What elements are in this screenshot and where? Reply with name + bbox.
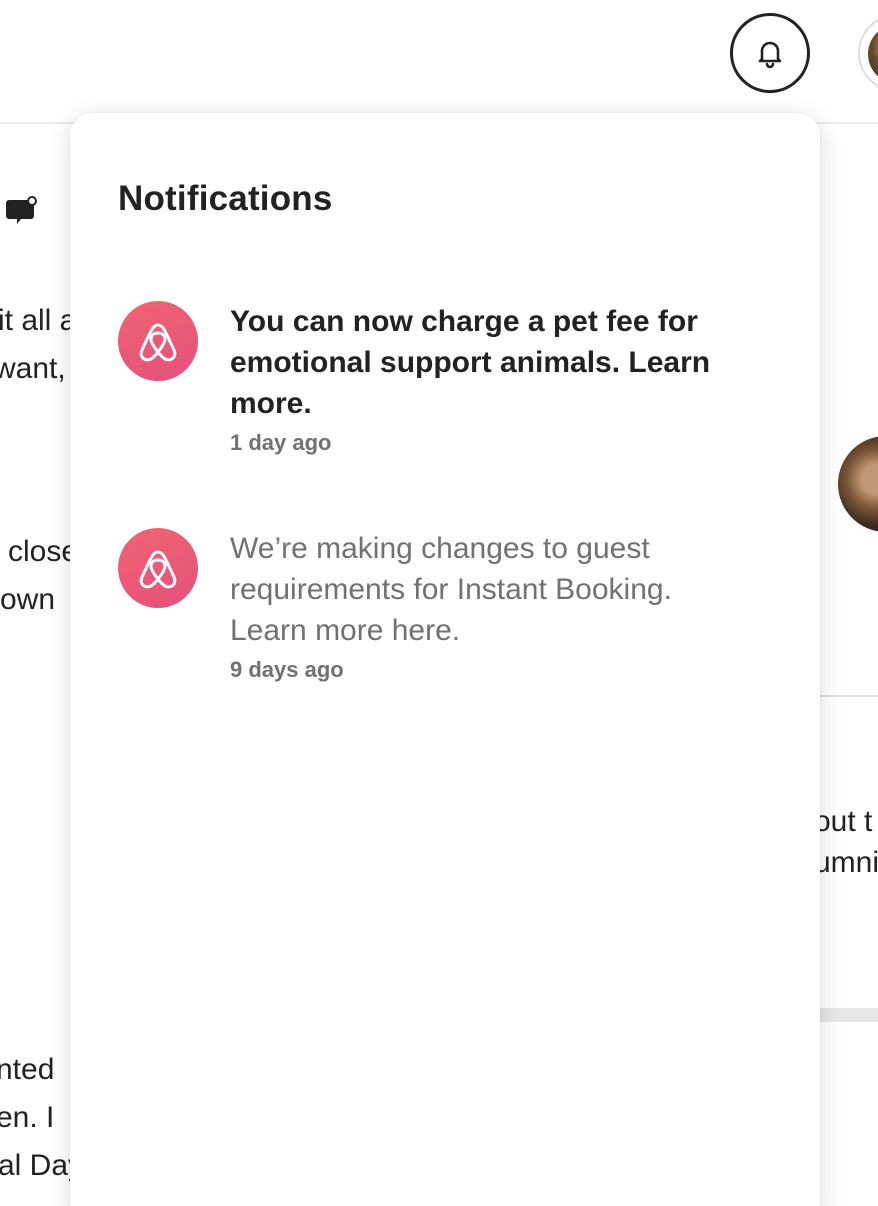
background-text: it all a <box>0 304 77 337</box>
background-text: out t <box>814 805 873 838</box>
bell-icon <box>758 41 782 69</box>
notification-time: 9 days ago <box>230 657 344 682</box>
host-avatar[interactable] <box>838 436 878 532</box>
notification-message: You can now charge a pet fee for emotion… <box>230 305 711 420</box>
page: it all a want, close own out t umni nted… <box>0 0 878 1206</box>
airbnb-logo-icon <box>118 528 198 608</box>
notification-body: We’re making changes to guest requiremen… <box>230 528 750 683</box>
notifications-panel: Notifications You can now charge a pet f… <box>70 113 820 1206</box>
background-text: own <box>0 583 56 616</box>
panel-title: Notifications <box>118 179 333 218</box>
notification-time: 1 day ago <box>230 430 332 455</box>
background-text: en. I <box>0 1101 55 1134</box>
notification-message: We’re making changes to guest requiremen… <box>230 532 672 647</box>
background-text: close <box>8 535 79 568</box>
notification-body: You can now charge a pet fee for emotion… <box>230 301 750 456</box>
profile-avatar[interactable] <box>858 14 878 92</box>
section-divider <box>820 695 878 697</box>
airbnb-logo-icon <box>118 301 198 381</box>
avatar-photo <box>868 24 878 84</box>
notifications-bell-button[interactable] <box>730 13 810 93</box>
background-text: umni <box>814 846 878 879</box>
section-divider-thick <box>820 1008 878 1022</box>
background-text: want, <box>0 352 66 385</box>
background-text: nted <box>0 1053 55 1086</box>
chat-bubble-icon <box>6 196 37 224</box>
